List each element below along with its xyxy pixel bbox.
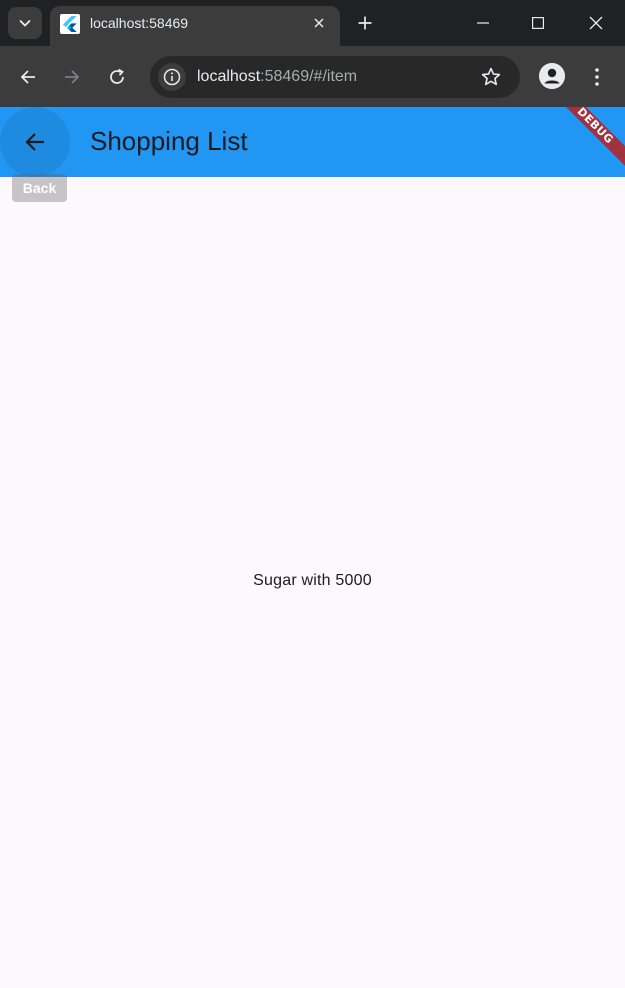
url-text[interactable]: localhost:58469/#/item: [197, 68, 357, 86]
url-host: localhost: [197, 68, 261, 85]
maximize-icon: [532, 17, 544, 29]
bookmark-button[interactable]: [480, 66, 502, 88]
flutter-icon: [60, 14, 80, 34]
tab-close-button[interactable]: [310, 14, 328, 32]
browser-toolbar: localhost:58469/#/item: [0, 46, 625, 107]
site-info-button[interactable]: [158, 63, 186, 91]
arrow-left-icon: [20, 70, 35, 84]
browser-tab[interactable]: localhost:58469: [50, 6, 340, 46]
account-icon: [539, 63, 565, 89]
close-window-button[interactable]: [583, 10, 609, 36]
more-vert-icon: [595, 68, 599, 86]
plus-icon: [358, 16, 372, 30]
maximize-button[interactable]: [525, 10, 551, 36]
close-icon: [589, 16, 603, 30]
minimize-button[interactable]: [470, 10, 496, 36]
info-icon: [163, 68, 181, 86]
tab-strip: localhost:58469: [0, 0, 625, 46]
tab-title: localhost:58469: [90, 15, 189, 31]
close-icon: [314, 18, 324, 28]
arrow-left-icon: [25, 133, 44, 151]
page-content: Shopping List DEBUG Back Sugar with 5000: [0, 107, 625, 988]
chevron-down-icon: [19, 19, 31, 27]
browser-menu-button[interactable]: [587, 64, 607, 90]
reload-button[interactable]: [103, 63, 131, 91]
item-detail-text: Sugar with 5000: [253, 572, 372, 589]
minimize-icon: [477, 22, 489, 24]
tab-search-button[interactable]: [8, 7, 42, 39]
star-icon: [481, 67, 501, 86]
back-button[interactable]: [14, 63, 42, 91]
new-tab-button[interactable]: [353, 11, 377, 35]
back-tooltip: Back: [12, 174, 67, 202]
page-title: Shopping List: [90, 126, 248, 156]
reload-icon: [110, 68, 124, 84]
arrow-right-icon: [65, 70, 80, 84]
url-path: :58469/#/item: [260, 68, 358, 85]
app-back-button[interactable]: [0, 107, 70, 177]
app-bar: Shopping List DEBUG: [0, 107, 625, 177]
forward-button[interactable]: [58, 63, 86, 91]
profile-button[interactable]: [539, 63, 565, 89]
browser-window: localhost:58469 localhost:58469/#/item S…: [0, 0, 625, 988]
debug-banner: DEBUG: [547, 107, 625, 174]
address-bar[interactable]: localhost:58469/#/item: [150, 56, 520, 98]
